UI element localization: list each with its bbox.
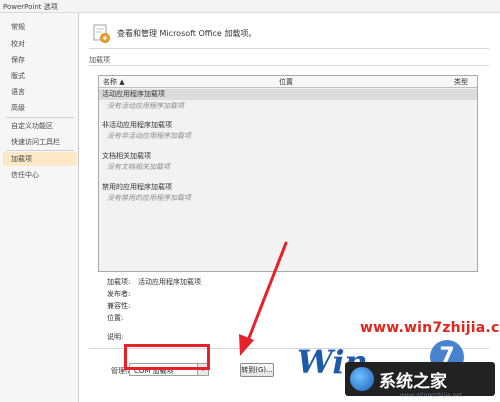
column-header-location[interactable]: 位置 [279,77,293,87]
badge-text: 系统之家 [379,372,447,392]
globe-icon [350,367,374,391]
sidebar-item-layout[interactable]: 版式 [3,69,77,83]
list-header: 名称 ▲ 位置 类型 [99,76,477,88]
detail-publisher-label: 发布者: [107,290,131,298]
sidebar-item-advanced[interactable]: 高级 [3,101,77,115]
addins-list[interactable]: 名称 ▲ 位置 类型 活动应用程序加载项 没有活动应用程序加载项 非活动应用程序… [98,75,478,272]
sidebar-item-addins[interactable]: 加载项 [3,152,77,166]
options-sidebar: 常规 校对 保存 版式 语言 高级 自定义功能区 快速访问工具栏 加载项 信任中… [0,13,79,402]
sidebar-divider [6,117,74,118]
sidebar-item-quick-access-toolbar[interactable]: 快速访问工具栏 [3,135,77,149]
addins-gear-icon [93,24,110,43]
column-header-name[interactable]: 名称 ▲ [103,77,125,87]
group-empty-note: 没有非活动应用程序加载项 [107,132,191,140]
title-bar: PowerPoint 选项 [0,0,500,13]
group-empty-note: 没有活动应用程序加载项 [107,102,184,110]
detail-description-label: 说明: [107,333,124,341]
group-active-addins[interactable]: 活动应用程序加载项 [99,89,477,100]
go-button[interactable]: 转到(G)... [240,363,274,377]
header-divider [89,48,489,49]
sidebar-item-save[interactable]: 保存 [3,53,77,67]
watermark-bottom-url: www.xitongzhijia.net [400,392,463,399]
sidebar-item-proofing[interactable]: 校对 [3,37,77,51]
group-document-addins[interactable]: 文档相关加载项 [102,151,151,161]
sidebar-item-language[interactable]: 语言 [3,85,77,99]
sidebar-item-trust-center[interactable]: 信任中心 [3,168,77,182]
group-disabled-addins[interactable]: 禁用的应用程序加载项 [102,182,172,192]
section-title-addins: 加载项 [89,56,110,64]
sidebar-divider [6,150,74,151]
panel-header: 查看和管理 Microsoft Office 加载项。 [117,29,257,38]
group-inactive-addins[interactable]: 非活动应用程序加载项 [102,120,172,130]
watermark-url: www.win7zhijia.cn [360,320,500,336]
detail-compat-label: 兼容性: [107,302,131,310]
annotation-highlight-box [124,344,210,370]
group-empty-note: 没有禁用的应用程序加载项 [107,194,191,202]
sidebar-item-customize-ribbon[interactable]: 自定义功能区 [3,119,77,133]
group-empty-note: 没有文档相关加载项 [107,163,170,171]
detail-location-label: 位置: [107,314,124,322]
detail-addin-label: 加载项: [107,278,131,286]
sidebar-item-general[interactable]: 常规 [3,20,77,34]
column-header-type[interactable]: 类型 [454,77,468,87]
watermark-badge: 系统之家 [345,362,495,396]
detail-addin-value: 活动应用程序加载项 [138,278,201,286]
section-divider [89,65,489,66]
window-title: PowerPoint 选项 [3,3,58,11]
